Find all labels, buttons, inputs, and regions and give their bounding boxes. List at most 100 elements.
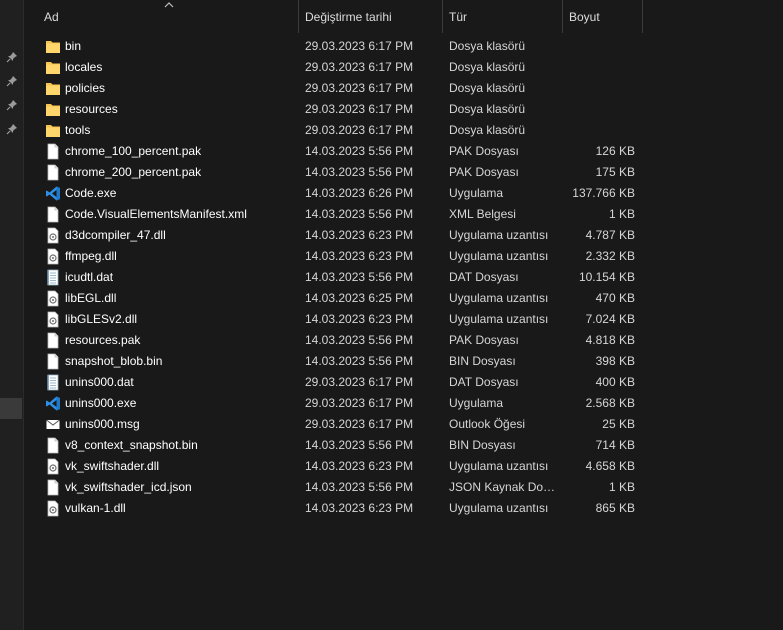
file-name: Code.VisualElementsManifest.xml [65,207,247,221]
vscode-icon [45,395,61,412]
file-name: d3dcompiler_47.dll [65,228,166,242]
file-row[interactable]: locales 29.03.2023 6:17 PM Dosya klasörü [25,57,645,78]
file-date-modified: 29.03.2023 6:17 PM [305,39,414,53]
file-icon [45,479,61,496]
file-name: vk_swiftshader.dll [65,459,160,473]
pin-icon[interactable] [6,51,18,63]
file-date-modified: 14.03.2023 6:23 PM [305,459,414,473]
file-type: Dosya klasörü [449,123,526,137]
file-date-modified: 14.03.2023 5:56 PM [305,207,414,221]
file-row[interactable]: chrome_100_percent.pak 14.03.2023 5:56 PM… [25,141,645,162]
file-date-modified: 14.03.2023 6:26 PM [305,186,414,200]
file-row[interactable]: policies 29.03.2023 6:17 PM Dosya klasörü [25,78,645,99]
file-type: PAK Dosyası [449,165,519,179]
column-header-date-modified[interactable]: Değiştirme tarihi [299,0,443,33]
file-row[interactable]: vk_swiftshader_icd.json 14.03.2023 5:56 P… [25,477,645,498]
file-date-modified: 29.03.2023 6:17 PM [305,375,414,389]
file-size: 126 KB [595,144,635,158]
file-size [555,99,635,120]
file-date-modified: 14.03.2023 6:23 PM [305,249,414,263]
file-row[interactable]: vulkan-1.dll 14.03.2023 6:23 PM Uygulama u… [25,498,645,519]
file-row[interactable]: Code.exe 14.03.2023 6:26 PM Uygulama 137.76… [25,183,645,204]
file-row[interactable]: unins000.dat 29.03.2023 6:17 PM DAT Dosyas… [25,372,645,393]
navigation-pane [0,0,24,630]
file-type: Uygulama uzantısı [449,228,549,242]
file-row[interactable]: icudtl.dat 14.03.2023 5:56 PM DAT Dosyası 1… [25,267,645,288]
file-size: 7.024 KB [585,312,635,326]
file-name: libEGL.dll [65,291,117,305]
pin-icon[interactable] [6,75,18,87]
file-row[interactable]: snapshot_blob.bin 14.03.2023 5:56 PM BIN D… [25,351,645,372]
file-row[interactable]: d3dcompiler_47.dll 14.03.2023 6:23 PM Uygu… [25,225,645,246]
file-row[interactable]: unins000.msg 29.03.2023 6:17 PM Outlook Öğ… [25,414,645,435]
data-file-icon [45,374,61,391]
folder-icon [45,101,61,118]
file-name: unins000.msg [65,417,140,431]
file-row[interactable]: vk_swiftshader.dll 14.03.2023 6:23 PM Uygu… [25,456,645,477]
pin-icon[interactable] [6,123,18,135]
file-type: BIN Dosyası [449,438,516,452]
file-type: Dosya klasörü [449,81,526,95]
file-date-modified: 29.03.2023 6:17 PM [305,123,414,137]
file-row[interactable]: ffmpeg.dll 14.03.2023 6:23 PM Uygulama uza… [25,246,645,267]
mail-icon [45,416,61,433]
file-size: 865 KB [595,501,635,515]
file-row[interactable]: libEGL.dll 14.03.2023 6:25 PM Uygulama uza… [25,288,645,309]
file-name: unins000.dat [65,375,134,389]
file-row[interactable]: unins000.exe 29.03.2023 6:17 PM Uygulama 2.… [25,393,645,414]
folder-icon [45,80,61,97]
file-row[interactable]: chrome_200_percent.pak 14.03.2023 5:56 PM… [25,162,645,183]
file-size [555,36,635,57]
data-file-icon [45,269,61,286]
file-icon [45,206,61,223]
file-name: libGLESv2.dll [65,312,138,326]
file-row[interactable]: resources.pak 14.03.2023 5:56 PM PAK Dosya… [25,330,645,351]
file-row[interactable]: resources 29.03.2023 6:17 PM Dosya klasörü [25,99,645,120]
column-header: Ad Değiştirme tarihi Tür Boyut [25,0,783,33]
file-type: XML Belgesi [449,207,516,221]
file-size: 2.332 KB [585,249,635,263]
file-type: Uygulama [449,396,504,410]
file-row[interactable]: Code.VisualElementsManifest.xml 14.03.202… [25,204,645,225]
file-name: vulkan-1.dll [65,501,126,515]
folder-icon [45,59,61,76]
folder-icon [45,122,61,139]
column-header-size[interactable]: Boyut [563,0,643,33]
file-icon [45,437,61,454]
file-date-modified: 29.03.2023 6:17 PM [305,396,414,410]
file-row[interactable]: libGLESv2.dll 14.03.2023 6:23 PM Uygulama … [25,309,645,330]
file-icon [45,143,61,160]
file-type: Uygulama uzantısı [449,501,549,515]
file-row[interactable]: v8_context_snapshot.bin 14.03.2023 5:56 P… [25,435,645,456]
file-type: Uygulama uzantısı [449,459,549,473]
file-date-modified: 14.03.2023 5:56 PM [305,165,414,179]
file-name: resources [65,102,118,116]
file-name: bin [65,39,82,53]
file-type: Uygulama uzantısı [449,312,549,326]
column-header-type[interactable]: Tür [443,0,563,33]
file-date-modified: 14.03.2023 5:56 PM [305,144,414,158]
file-size: 137.766 KB [572,186,635,200]
file-size: 2.568 KB [585,396,635,410]
file-date-modified: 29.03.2023 6:17 PM [305,417,414,431]
file-icon [45,164,61,181]
nav-selected-item[interactable] [0,398,22,419]
pin-icon[interactable] [6,99,18,111]
file-date-modified: 14.03.2023 5:56 PM [305,354,414,368]
file-size: 4.658 KB [585,459,635,473]
column-header-name[interactable]: Ad [33,0,299,33]
file-type: Dosya klasörü [449,60,526,74]
file-type: Dosya klasörü [449,102,526,116]
file-type: Uygulama [449,186,504,200]
file-date-modified: 29.03.2023 6:17 PM [305,102,414,116]
file-type: Uygulama uzantısı [449,291,549,305]
file-row[interactable]: tools 29.03.2023 6:17 PM Dosya klasörü [25,120,645,141]
file-type: PAK Dosyası [449,333,519,347]
file-row[interactable]: bin 29.03.2023 6:17 PM Dosya klasörü [25,36,645,57]
file-date-modified: 29.03.2023 6:17 PM [305,81,414,95]
file-size: 470 KB [595,291,635,305]
file-name: chrome_200_percent.pak [65,165,202,179]
file-icon [45,332,61,349]
file-name: resources.pak [65,333,141,347]
file-size: 714 KB [595,438,635,452]
